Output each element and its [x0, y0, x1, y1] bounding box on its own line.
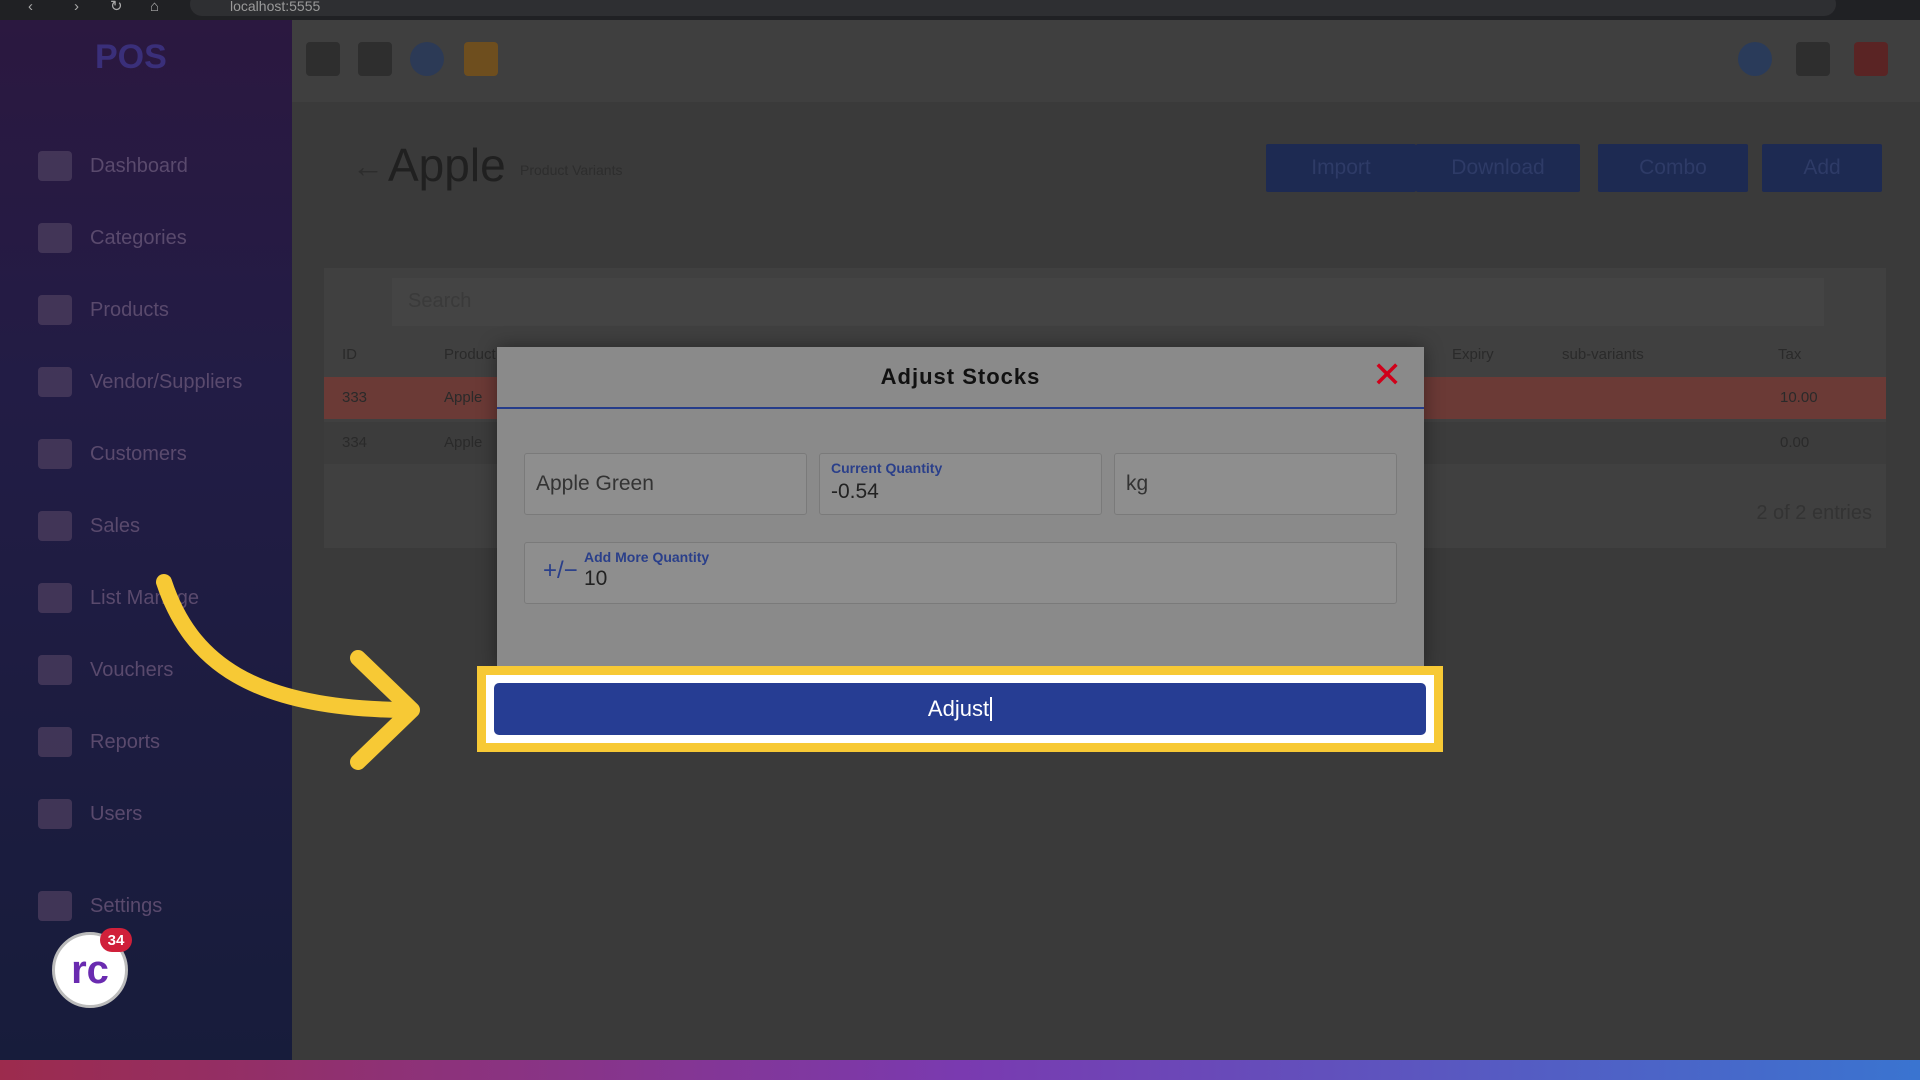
sales-icon — [38, 511, 72, 541]
sidebar-item-label: Sales — [90, 514, 141, 537]
column-header: sub-variants — [1562, 346, 1644, 363]
download-button[interactable]: Download — [1416, 144, 1580, 192]
adjust-stocks-modal: Adjust Stocks ✕ Apple Green Current Quan… — [497, 347, 1424, 670]
printer-icon[interactable] — [1796, 42, 1830, 76]
sidebar-item-customers[interactable]: Customers — [38, 434, 278, 474]
sidebar-item-vendors[interactable]: Vendor/Suppliers — [38, 362, 278, 402]
top-toolbar — [292, 20, 1920, 102]
adjust-button[interactable]: Adjust — [494, 683, 1426, 735]
add-more-quantity-label: Add More Quantity — [584, 549, 710, 565]
modal-title: Adjust Stocks — [497, 347, 1424, 409]
sidebar-item-label: Users — [90, 802, 143, 825]
sidebar-item-settings[interactable]: Settings — [38, 886, 278, 926]
store-icon[interactable] — [1854, 42, 1888, 76]
sidebar-item-categories[interactable]: Categories — [38, 218, 278, 258]
cell-tax: 0.00 — [1780, 434, 1810, 451]
categories-icon — [38, 223, 72, 253]
current-quantity-field[interactable]: Current Quantity -0.54 — [819, 453, 1102, 515]
add-button[interactable]: Add — [1762, 144, 1882, 192]
notification-badge: 34 — [100, 928, 132, 952]
column-header: ID — [342, 346, 357, 363]
combo-button[interactable]: Combo — [1598, 144, 1748, 192]
sidebar-item-label: Products — [90, 298, 169, 321]
close-icon[interactable]: ✕ — [1372, 357, 1402, 393]
product-name-field[interactable]: Apple Green — [524, 453, 807, 515]
sidebar-item-dashboard[interactable]: Dashboard — [38, 146, 278, 186]
column-header: Expiry — [1452, 346, 1494, 363]
cell-id: 334 — [342, 434, 368, 451]
current-quantity-value: -0.54 — [831, 480, 879, 503]
browser-toolbar: ‹ › ↻ ⌂ localhost:5555 — [0, 0, 1920, 20]
shop-icon[interactable] — [464, 42, 498, 76]
cell-id: 333 — [342, 389, 368, 406]
gear-icon — [38, 891, 72, 921]
bottom-gradient-bar — [0, 1060, 1920, 1080]
plus-minus-icon: +/− — [543, 557, 578, 584]
back-icon[interactable]: ‹ — [28, 0, 33, 14]
cell-tax: 10.00 — [1780, 389, 1818, 406]
import-button[interactable]: Import — [1266, 144, 1416, 192]
voucher-icon — [38, 655, 72, 685]
add-more-quantity-value: 10 — [584, 567, 608, 590]
pointer-arrow-icon — [156, 574, 420, 770]
page-subtitle: Product Variants — [520, 162, 623, 178]
cell-product: Apple — [444, 434, 483, 451]
menu-icon[interactable] — [306, 42, 340, 76]
fullscreen-icon[interactable] — [358, 42, 392, 76]
reports-icon — [38, 727, 72, 757]
current-quantity-label: Current Quantity — [831, 460, 943, 476]
adjust-button-label: Adjust — [927, 696, 990, 721]
home-icon[interactable]: ⌂ — [150, 0, 159, 14]
sidebar-item-sales[interactable]: Sales — [38, 506, 278, 546]
unit-value: kg — [1126, 472, 1149, 495]
text-cursor — [990, 697, 993, 721]
forward-icon[interactable]: › — [74, 0, 79, 14]
column-header: Product — [444, 346, 496, 363]
dashboard-icon — [38, 151, 72, 181]
products-icon — [38, 295, 72, 325]
cloud-icon[interactable] — [410, 42, 444, 76]
sidebar-item-label: Customers — [90, 442, 187, 465]
cell-product: Apple — [444, 389, 483, 406]
pagination-info: 2 of 2 entries — [1756, 502, 1872, 524]
back-arrow-icon[interactable]: ← — [352, 148, 384, 185]
sidebar-item-label: Vendor/Suppliers — [90, 370, 243, 393]
highlight-frame: Adjust — [477, 666, 1443, 752]
sidebar-item-label: Dashboard — [90, 154, 188, 177]
reload-icon[interactable]: ↻ — [110, 0, 123, 14]
unit-field[interactable]: kg — [1114, 453, 1397, 515]
app-logo: POS — [95, 38, 167, 76]
sidebar-item-products[interactable]: Products — [38, 290, 278, 330]
product-name-value: Apple Green — [536, 472, 654, 495]
sidebar-item-label: Categories — [90, 226, 187, 249]
customers-icon — [38, 439, 72, 469]
address-bar[interactable]: localhost:5555 — [190, 0, 1836, 16]
adjust-button-frame: Adjust — [486, 675, 1434, 743]
users-icon — [38, 799, 72, 829]
list-icon — [38, 583, 72, 613]
sidebar-item-users[interactable]: Users — [38, 794, 278, 834]
search-input[interactable]: Search — [392, 278, 1824, 326]
add-more-quantity-field[interactable]: +/− Add More Quantity 10 — [524, 542, 1397, 604]
sidebar-item-label: Settings — [90, 894, 163, 917]
column-header: Tax — [1778, 346, 1802, 363]
page-title: Apple — [388, 139, 506, 191]
sync-icon[interactable] — [1738, 42, 1772, 76]
vendor-icon — [38, 367, 72, 397]
sidebar: POS Dashboard Categories Products Vendor… — [0, 20, 292, 1060]
